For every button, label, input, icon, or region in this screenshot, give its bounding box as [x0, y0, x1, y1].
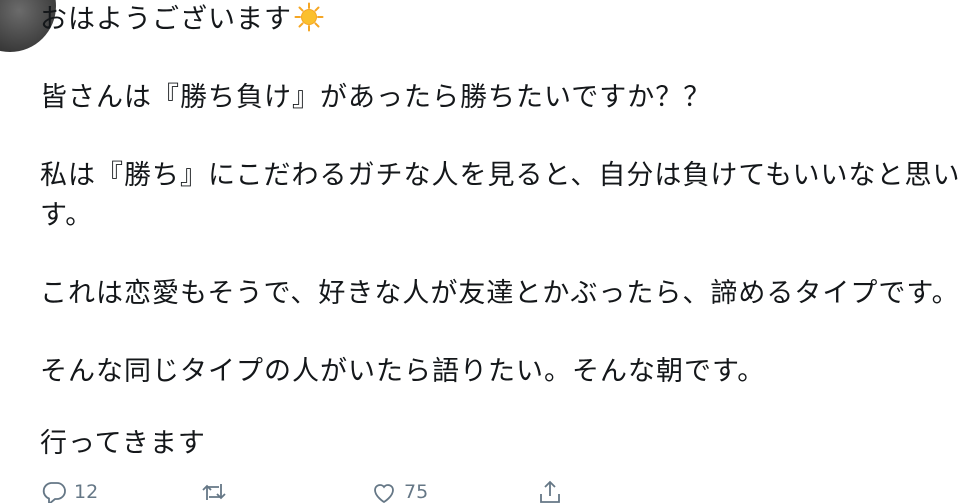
- share-icon: [540, 480, 560, 503]
- tweet: おはようございます 皆さんは『勝ち負け』があったら勝ちたいですか？？ 私は『勝ち…: [0, 0, 960, 503]
- heart-icon: [374, 484, 394, 503]
- tweet-text-line: 私は『勝ち』にこだわるガチな人を見ると、自分は負けてもいいなと思いま: [40, 160, 960, 191]
- sun-icon: [294, 2, 324, 32]
- tweet-text-line: す。: [40, 200, 94, 231]
- reply-icon: [42, 482, 66, 503]
- retweet-icon: [202, 484, 226, 500]
- tweet-text-line: 行ってきます: [40, 428, 206, 459]
- like-button[interactable]: 75: [370, 478, 428, 503]
- tweet-text-line: 皆さんは『勝ち負け』があったら勝ちたいですか？？: [40, 82, 712, 113]
- like-count: 75: [404, 481, 429, 503]
- tweet-text-line: これは恋愛もそうで、好きな人が友達とかぶったら、諦めるタイプです。: [40, 278, 960, 309]
- retweet-button[interactable]: [200, 478, 234, 503]
- tweet-line-greeting: おはようございます: [40, 2, 324, 38]
- tweet-actions: 12 75: [40, 478, 960, 503]
- reply-count: 12: [74, 481, 99, 503]
- share-button[interactable]: [536, 478, 564, 503]
- tweet-text-line: おはようございます: [40, 4, 292, 35]
- reply-button[interactable]: 12: [40, 478, 98, 503]
- tweet-text-line: そんな同じタイプの人がいたら語りたい。そんな朝です。: [40, 356, 766, 387]
